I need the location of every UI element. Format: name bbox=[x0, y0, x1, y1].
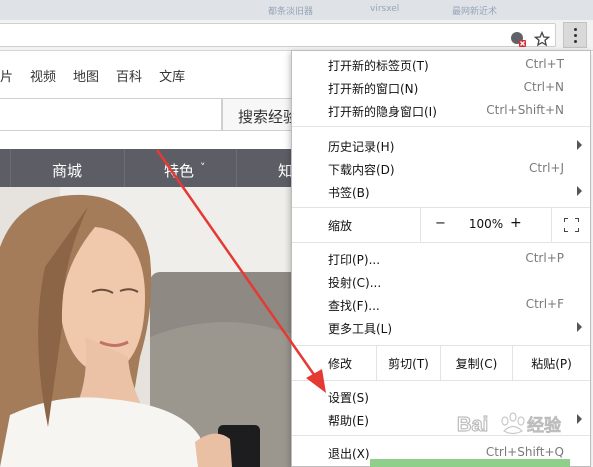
tab-strip: 都条淡旧器 virsxel 最网新近术 bbox=[0, 0, 593, 20]
toolbar bbox=[0, 20, 593, 51]
zoom-out-button[interactable]: − bbox=[435, 216, 446, 231]
menu-item-history[interactable]: 历史记录(H) bbox=[292, 134, 590, 157]
baidu-watermark: Bai 经验 bbox=[455, 405, 585, 441]
zoom-level: 100% bbox=[468, 217, 504, 231]
menu-divider bbox=[292, 242, 590, 243]
nav-link[interactable]: 文库 bbox=[159, 66, 185, 94]
chevron-right-icon bbox=[577, 186, 582, 196]
svg-text:经验: 经验 bbox=[527, 416, 561, 436]
search-row: 搜索经验 bbox=[0, 98, 302, 131]
zoom-controls: − 100% + bbox=[420, 208, 590, 242]
fullscreen-button[interactable] bbox=[551, 208, 591, 242]
baidu-paw-logo: Bai 经验 bbox=[456, 412, 562, 437]
browser-menu-button[interactable] bbox=[563, 22, 587, 48]
tab-title[interactable]: 最网新近术 bbox=[452, 4, 497, 17]
svg-text:Bai: Bai bbox=[457, 414, 488, 436]
menu-item-find[interactable]: 查找(F)... Ctrl+F bbox=[292, 293, 590, 316]
paste-button[interactable]: 粘贴(P) bbox=[512, 346, 590, 380]
menu-item-print[interactable]: 打印(P)... Ctrl+P bbox=[292, 247, 590, 270]
shortcut: Ctrl+N bbox=[523, 80, 564, 94]
menu-item-zoom: 缩放 − 100% + bbox=[292, 208, 590, 242]
shortcut: Ctrl+J bbox=[529, 161, 564, 175]
nav-link[interactable]: 片 bbox=[0, 66, 13, 94]
shortcut: Ctrl+P bbox=[525, 251, 564, 265]
menu-item-cast[interactable]: 投射(C)... bbox=[292, 270, 590, 293]
zoom-in-button[interactable]: + bbox=[510, 215, 522, 231]
tab-title[interactable]: virsxel bbox=[370, 4, 399, 16]
category-item[interactable]: 商城 bbox=[52, 160, 82, 181]
menu-item-edit: 修改 剪切(T) 复制(C) 粘贴(P) bbox=[292, 346, 590, 380]
menu-divider bbox=[292, 380, 590, 381]
shortcut: Ctrl+T bbox=[525, 57, 564, 71]
status-strip bbox=[370, 459, 570, 467]
nav-links: 片 视频 地图 百科 文库 bbox=[0, 66, 202, 94]
chevron-down-icon: ˅ bbox=[200, 161, 206, 174]
vertical-dots-icon bbox=[573, 27, 577, 43]
chevron-right-icon bbox=[577, 140, 582, 150]
category-bar: 商城 特色 ˅ 知 bbox=[0, 149, 300, 187]
browser-window: 都条淡旧器 virsxel 最网新近术 片 视频 地图 百科 文库 搜索经验 商… bbox=[0, 0, 593, 467]
search-button[interactable]: 搜索经验 bbox=[222, 98, 302, 131]
hero-banner bbox=[0, 187, 300, 467]
tab-title[interactable]: 都条淡旧器 bbox=[268, 4, 313, 17]
menu-item-bookmarks[interactable]: 书签(B) bbox=[292, 180, 590, 203]
shortcut: Ctrl+F bbox=[525, 297, 564, 311]
cut-button[interactable]: 剪切(T) bbox=[376, 346, 440, 380]
fullscreen-icon bbox=[564, 218, 579, 232]
chevron-right-icon bbox=[577, 322, 582, 332]
menu-item-new-window[interactable]: 打开新的窗口(N) Ctrl+N bbox=[292, 76, 590, 99]
address-bar[interactable] bbox=[0, 23, 556, 47]
shortcut: Ctrl+Shift+Q bbox=[485, 445, 564, 459]
nav-link[interactable]: 视频 bbox=[30, 66, 56, 94]
category-item[interactable]: 特色 bbox=[164, 160, 194, 181]
menu-item-incognito[interactable]: 打开新的隐身窗口(I) Ctrl+Shift+N bbox=[292, 99, 590, 122]
menu-item-downloads[interactable]: 下载内容(D) Ctrl+J bbox=[292, 157, 590, 180]
menu-item-more-tools[interactable]: 更多工具(L) bbox=[292, 316, 590, 339]
star-icon[interactable] bbox=[533, 30, 551, 48]
adblock-icon[interactable] bbox=[509, 30, 527, 48]
nav-link[interactable]: 百科 bbox=[116, 66, 142, 94]
nav-link[interactable]: 地图 bbox=[73, 66, 99, 94]
copy-button[interactable]: 复制(C) bbox=[440, 346, 512, 380]
hero-photo bbox=[0, 187, 300, 467]
menu-divider bbox=[292, 126, 590, 127]
shortcut: Ctrl+Shift+N bbox=[486, 103, 564, 117]
search-input[interactable] bbox=[0, 98, 222, 131]
menu-item-new-tab[interactable]: 打开新的标签页(T) Ctrl+T bbox=[292, 53, 590, 76]
